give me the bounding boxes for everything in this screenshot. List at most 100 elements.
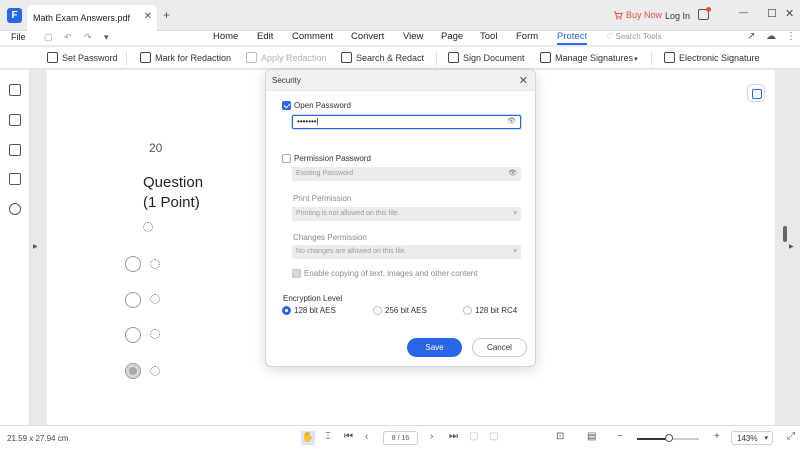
cloud-upload-icon[interactable]: ☁ bbox=[766, 31, 776, 42]
tab-form[interactable]: Form bbox=[516, 31, 538, 42]
answer-option-radio[interactable] bbox=[125, 256, 141, 272]
tab-home[interactable]: Home bbox=[213, 31, 238, 42]
search-icon[interactable] bbox=[9, 203, 21, 215]
search-tools-input[interactable]: ♡ Search Tools bbox=[606, 32, 662, 41]
ribbon-divider bbox=[126, 52, 127, 65]
new-tab-button[interactable]: + bbox=[163, 8, 170, 22]
apply-redaction-button[interactable]: Apply Redaction bbox=[246, 52, 327, 63]
changes-permission-select[interactable]: No changes are allowed on this file. ▾ bbox=[292, 245, 521, 259]
tab-convert[interactable]: Convert bbox=[351, 31, 384, 42]
search-redact-label: Search & Redact bbox=[356, 53, 425, 63]
minimize-button[interactable]: — bbox=[739, 7, 748, 17]
redo-icon[interactable]: ↷ bbox=[84, 32, 92, 43]
lightbulb-icon: ♡ bbox=[606, 32, 614, 41]
protect-ribbon: Set Password Mark for Redaction Apply Re… bbox=[0, 47, 800, 69]
maximize-button[interactable]: ☐ bbox=[767, 7, 777, 20]
open-password-field[interactable]: •••••••| 👁 bbox=[292, 115, 521, 129]
bookmark-icon[interactable] bbox=[9, 114, 21, 126]
permission-password-placeholder: Existing Password bbox=[296, 170, 354, 177]
question-title-line2: (1 Point) bbox=[143, 194, 200, 211]
encryption-256-aes-radio[interactable] bbox=[373, 306, 382, 315]
vertical-scrollbar[interactable] bbox=[783, 226, 787, 242]
zoom-out-icon[interactable]: − bbox=[617, 431, 623, 442]
hand-tool-icon[interactable]: ✋ bbox=[301, 431, 315, 445]
mark-for-redaction-button[interactable]: Mark for Redaction bbox=[140, 52, 231, 63]
share-icon[interactable]: ↗ bbox=[747, 31, 755, 42]
encryption-256-aes-label: 256 bit AES bbox=[385, 306, 427, 315]
electronic-signature-icon bbox=[664, 52, 675, 63]
tab-protect[interactable]: Protect bbox=[557, 31, 588, 45]
fullscreen-icon[interactable]: ⤢ bbox=[787, 431, 795, 442]
tab-page[interactable]: Page bbox=[441, 31, 463, 42]
answer-option-radio[interactable] bbox=[125, 292, 141, 308]
dialog-close-icon[interactable]: ✕ bbox=[519, 74, 528, 87]
open-password-checkbox[interactable] bbox=[282, 101, 291, 110]
close-tab-icon[interactable]: ✕ bbox=[144, 11, 152, 22]
more-icon[interactable]: ⋮ bbox=[786, 31, 796, 42]
save-icon[interactable]: ▢ bbox=[44, 32, 53, 43]
save-button[interactable]: Save bbox=[407, 338, 462, 357]
close-window-button[interactable]: ✕ bbox=[785, 7, 794, 20]
loading-icon bbox=[143, 222, 153, 232]
quick-access-dropdown-icon[interactable]: ▾ bbox=[104, 32, 109, 43]
menu-bar: File ▢ ↶ ↷ ▾ Home Edit Comment Convert V… bbox=[0, 31, 800, 45]
file-menu[interactable]: File bbox=[11, 32, 26, 42]
encryption-128-rc4-radio[interactable] bbox=[463, 306, 472, 315]
tab-tool[interactable]: Tool bbox=[480, 31, 497, 42]
electronic-signature-button[interactable]: Electronic Signature bbox=[664, 52, 760, 63]
attachment-icon[interactable] bbox=[9, 173, 21, 185]
answer-option-radio-selected[interactable] bbox=[125, 363, 141, 379]
comment-icon[interactable] bbox=[9, 144, 21, 156]
zoom-slider-handle[interactable] bbox=[665, 434, 674, 442]
manage-signatures-button[interactable]: Manage Signatures▾ bbox=[540, 52, 638, 63]
rotate-icon[interactable]: ▢ bbox=[469, 431, 478, 442]
redaction-marker-icon bbox=[140, 52, 151, 63]
undo-icon[interactable]: ↶ bbox=[64, 32, 72, 43]
fit-width-icon[interactable]: ⊡ bbox=[556, 431, 564, 442]
search-redact-button[interactable]: Search & Redact bbox=[341, 52, 424, 63]
ribbon-divider bbox=[436, 52, 437, 65]
set-password-button[interactable]: Set Password bbox=[47, 52, 118, 63]
select-tool-icon[interactable]: ⌶ bbox=[325, 431, 331, 442]
encryption-128-aes-radio[interactable] bbox=[282, 306, 291, 315]
page-number-input[interactable]: 8 / 16 bbox=[383, 431, 418, 445]
permission-password-checkbox[interactable] bbox=[282, 154, 291, 163]
zoom-slider[interactable] bbox=[637, 434, 699, 442]
zoom-in-icon[interactable]: + bbox=[714, 431, 720, 442]
cancel-button[interactable]: Cancel bbox=[472, 338, 527, 357]
apply-redaction-label: Apply Redaction bbox=[261, 53, 327, 63]
cart-icon bbox=[614, 11, 623, 20]
encryption-level-label: Encryption Level bbox=[283, 294, 343, 303]
show-password-icon[interactable]: 👁 bbox=[507, 116, 516, 128]
tab-comment[interactable]: Comment bbox=[292, 31, 333, 42]
next-page-icon[interactable]: › bbox=[430, 431, 433, 442]
print-permission-select[interactable]: Printing is not allowed on this file. ▾ bbox=[292, 207, 521, 221]
sign-document-button[interactable]: Sign Document bbox=[448, 52, 525, 63]
answer-option-radio[interactable] bbox=[125, 327, 141, 343]
buy-now-link[interactable]: Buy Now bbox=[613, 10, 662, 20]
document-tab[interactable]: Math Exam Answers.pdf ✕ bbox=[27, 5, 157, 31]
expand-right-panel-icon[interactable]: ▶ bbox=[789, 243, 794, 250]
dialog-title: Security bbox=[272, 76, 301, 85]
chevron-down-icon: ▾ bbox=[513, 248, 517, 255]
open-password-label: Open Password bbox=[294, 101, 351, 110]
login-link[interactable]: Log In bbox=[665, 11, 690, 21]
tab-edit[interactable]: Edit bbox=[257, 31, 273, 42]
show-password-icon[interactable]: 👁 bbox=[508, 167, 517, 181]
previous-page-icon[interactable]: ‹ bbox=[365, 431, 368, 442]
notification-icon[interactable] bbox=[698, 7, 711, 20]
ai-assistant-icon[interactable] bbox=[747, 84, 765, 102]
expand-left-panel-icon[interactable]: ▶ bbox=[33, 243, 38, 250]
fit-page-icon[interactable]: ▢ bbox=[489, 431, 498, 442]
zoom-level-select[interactable]: 143% ▾ bbox=[731, 431, 773, 445]
permission-password-field[interactable]: Existing Password 👁 bbox=[292, 167, 521, 181]
first-page-icon[interactable]: ⏮ bbox=[344, 431, 353, 442]
ribbon-divider bbox=[651, 52, 652, 65]
last-page-icon[interactable]: ⏭ bbox=[449, 431, 458, 442]
page-layout-icon[interactable]: ▤ bbox=[587, 431, 596, 442]
enable-copying-checkbox[interactable] bbox=[292, 269, 301, 278]
encryption-128-aes-label: 128 bit AES bbox=[294, 306, 336, 315]
tab-view[interactable]: View bbox=[403, 31, 423, 42]
thumbnails-icon[interactable] bbox=[9, 84, 21, 96]
question-title: Question (1 Point) bbox=[143, 173, 203, 213]
